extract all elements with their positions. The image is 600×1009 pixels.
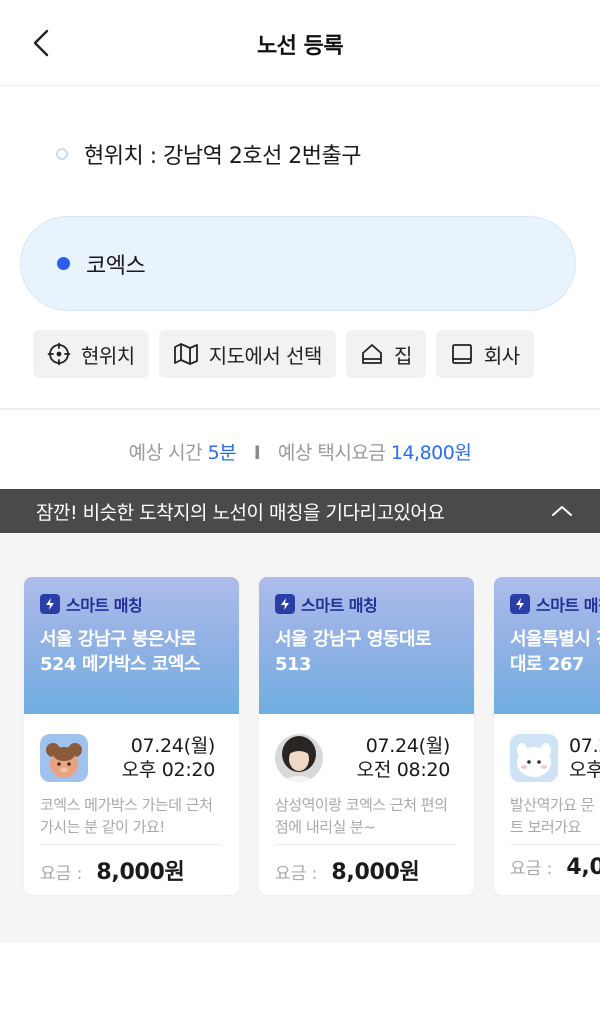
address-line: 서울 강남구 봉은사로 <box>40 629 197 650</box>
card-datetime: 07.24(월) 오전 08:20 <box>356 734 451 782</box>
card-datetime: 07.2 오후 <box>569 734 600 782</box>
origin-field[interactable]: 현위치 : 강남역 2호선 2번출구 <box>56 138 362 170</box>
home-label: 집 <box>393 343 412 368</box>
lightning-icon <box>510 594 530 614</box>
estimate-fare-label: 예상 택시요금 <box>277 442 386 464</box>
description-line: 코엑스 메가박스 가는데 근처 <box>40 796 213 814</box>
avatar <box>275 734 323 782</box>
description-line: 삼성역이랑 코엑스 근처 편의 <box>275 796 448 814</box>
card-date: 07.24(월) <box>130 735 216 757</box>
quick-select-buttons: 현위치 지도에서 선택 집 회사 <box>33 330 534 378</box>
origin-dot-icon <box>56 148 68 160</box>
banner-text: 잠깐! 비슷한 도착지의 노선이 매칭을 기다리고있어요 <box>36 501 445 524</box>
divider <box>40 844 221 845</box>
matching-cards-carousel[interactable]: 스마트 매칭 서울 강남구 봉은사로 524 메가박스 코엑스 07.24(월)… <box>0 533 600 943</box>
badge-label: 스마트 매칭 <box>66 596 143 615</box>
card-date: 07.24(월) <box>365 735 451 757</box>
fare-label: 요금 : <box>275 864 318 884</box>
smart-matching-badge: 스마트 매칭 <box>275 593 458 615</box>
badge-label: 스마트 매칭 <box>301 596 378 615</box>
office-icon <box>451 344 472 364</box>
estimate-fare-value: 14,800원 <box>390 442 472 464</box>
card-address: 서울 강남구 영동대로 513 <box>275 627 455 677</box>
header-bar: 노선 등록 <box>0 0 600 86</box>
estimate-time-label: 예상 시간 <box>128 442 203 464</box>
home-icon <box>362 344 382 364</box>
card-time: 오후 <box>569 759 600 781</box>
office-label: 회사 <box>483 343 520 368</box>
estimate-separator: I <box>253 442 261 464</box>
fare-label: 요금 : <box>40 864 83 884</box>
smart-matching-badge: 스마트 매칭 <box>40 593 223 615</box>
fare-value: 4,00 <box>566 855 600 880</box>
matching-card[interactable]: 스마트 매칭 서울 강남구 봉은사로 524 메가박스 코엑스 07.24(월)… <box>24 577 239 895</box>
current-location-label: 현위치 <box>81 343 135 368</box>
address-line: 서울특별시 강 <box>510 629 600 650</box>
page-title: 노선 등록 <box>256 34 344 59</box>
crosshair-icon <box>47 342 71 366</box>
home-button[interactable]: 집 <box>345 330 426 378</box>
badge-label: 스마트 매칭 <box>536 596 600 615</box>
divider <box>275 844 456 845</box>
smart-matching-badge: 스마트 매칭 <box>510 593 600 615</box>
address-line: 524 메가박스 코엑스 <box>40 654 201 675</box>
fare-value: 8,000원 <box>96 860 185 885</box>
card-address: 서울 강남구 봉은사로 524 메가박스 코엑스 <box>40 627 220 677</box>
office-button[interactable]: 회사 <box>435 330 534 378</box>
matching-card[interactable]: 스마트 매칭 서울특별시 강 대로 267 <box>494 577 600 895</box>
card-description: 발산역가요 문 트 보러가요 <box>510 794 600 838</box>
card-description: 삼성역이랑 코엑스 근처 편의 점에 내리실 분~ <box>275 794 461 838</box>
chevron-up-icon[interactable] <box>550 499 574 523</box>
matching-banner[interactable]: 잠깐! 비슷한 도착지의 노선이 매칭을 기다리고있어요 <box>0 489 600 533</box>
address-line: 서울 강남구 영동대로 <box>275 629 432 650</box>
card-time: 오전 08:20 <box>356 759 451 781</box>
address-line: 513 <box>275 654 312 675</box>
description-line: 발산역가요 문 <box>510 796 595 814</box>
destination-field[interactable]: 코엑스 <box>20 216 576 311</box>
map-icon <box>173 343 198 365</box>
estimate-time-value: 5분 <box>207 442 237 464</box>
card-time: 오후 02:20 <box>121 759 216 781</box>
trip-estimate: 예상 시간 5분 I 예상 택시요금 14,800원 <box>0 438 600 465</box>
description-line: 가시는 분 같이 가요! <box>40 818 165 836</box>
origin-text: 현위치 : 강남역 2호선 2번출구 <box>84 144 362 169</box>
divider <box>510 844 600 845</box>
card-fare: 요금 : 8,000원 <box>40 854 185 886</box>
card-address: 서울특별시 강 대로 267 <box>510 627 600 677</box>
avatar <box>510 734 558 782</box>
destination-text: 코엑스 <box>86 253 146 279</box>
avatar <box>40 734 88 782</box>
divider <box>0 408 600 410</box>
description-line: 트 보러가요 <box>510 818 581 836</box>
lightning-icon <box>275 594 295 614</box>
destination-dot-icon <box>57 257 70 270</box>
card-description: 코엑스 메가박스 가는데 근처 가시는 분 같이 가요! <box>40 794 226 838</box>
address-line: 대로 267 <box>510 654 584 675</box>
description-line: 점에 내리실 분~ <box>275 818 376 836</box>
select-on-map-label: 지도에서 선택 <box>208 343 323 368</box>
card-fare: 요금 : 4,00 <box>510 854 600 880</box>
fare-label: 요금 : <box>510 859 553 879</box>
lightning-icon <box>40 594 60 614</box>
matching-card[interactable]: 스마트 매칭 서울 강남구 영동대로 513 07.24(월) 오전 08:20 <box>259 577 474 895</box>
card-date: 07.2 <box>569 735 600 757</box>
current-location-button[interactable]: 현위치 <box>33 330 149 378</box>
card-fare: 요금 : 8,000원 <box>275 854 420 886</box>
fare-value: 8,000원 <box>331 860 420 885</box>
select-on-map-button[interactable]: 지도에서 선택 <box>158 330 336 378</box>
card-datetime: 07.24(월) 오후 02:20 <box>121 734 216 782</box>
